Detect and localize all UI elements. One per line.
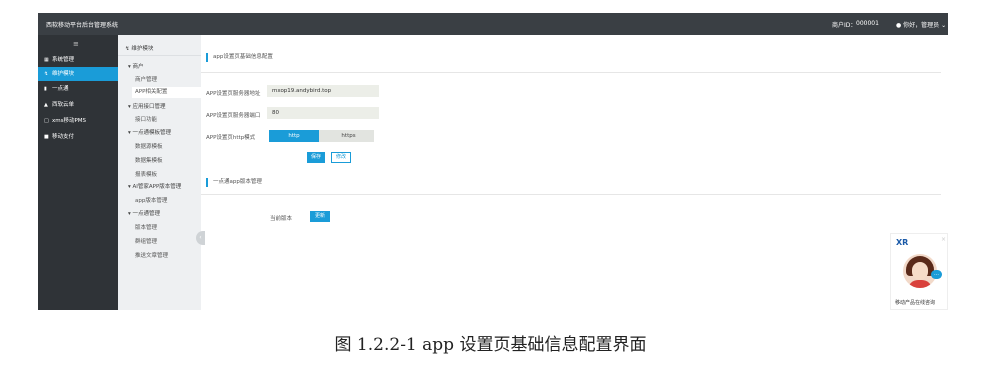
- subnav-group-yidiantong[interactable]: ▾ 一点通管理: [128, 209, 160, 217]
- edit-button[interactable]: 修改: [331, 152, 351, 163]
- sidebar-item-label: 移动支付: [52, 134, 75, 140]
- server-port-label: APP设置页服务器端口: [206, 113, 261, 119]
- caret-down-icon: ▾: [128, 184, 131, 190]
- update-button[interactable]: 更新: [310, 211, 330, 222]
- caret-down-icon: ▾: [128, 104, 131, 110]
- divider: [201, 72, 941, 73]
- greeting-text: 你好，管理员: [903, 22, 940, 29]
- chat-widget[interactable]: XR × … 移动产品在线咨询: [890, 233, 948, 310]
- caret-down-icon: ▾: [128, 130, 131, 136]
- sidebar-item-label: 系统管理: [52, 57, 75, 63]
- subnav-group-template[interactable]: ▾ 一点通模板管理: [128, 128, 171, 136]
- save-button[interactable]: 保存: [307, 152, 325, 163]
- merchant-id-value: 000001: [856, 20, 879, 27]
- app-screenshot: 西软移动平台后台管理系统 商户ID： 000001 ● 你好，管理员 ⌄ ≡ ▦…: [38, 13, 948, 310]
- subnav-item-report-template[interactable]: 报表模板: [135, 170, 157, 178]
- section-title: 一点通app版本管理: [206, 178, 262, 187]
- bar-chart-icon: ▮: [44, 86, 47, 92]
- brand-logo: XR: [896, 238, 909, 247]
- subnav-item-dataset-template[interactable]: 数据集模板: [135, 156, 163, 164]
- http-mode-toggle: http https: [269, 130, 374, 142]
- sidebar-item-system[interactable]: ▦ 系统管理: [38, 53, 118, 67]
- chevron-down-icon: ⌄: [941, 22, 947, 29]
- subnav-item-merchant-manage[interactable]: 商户管理: [135, 75, 157, 83]
- user-icon: ●: [896, 22, 902, 29]
- subnav-group-ai-version[interactable]: ▾ AI管家APP版本管理: [128, 182, 181, 190]
- sidebar-item-label: 一点通: [52, 86, 69, 92]
- figure-caption: 图 1.2.2-1 app 设置页基础信息配置界面: [334, 335, 647, 355]
- section-title: app设置页基础信息配置: [206, 53, 273, 62]
- server-port-input[interactable]: 80: [267, 107, 379, 119]
- subnav-item-datasource-template[interactable]: 数据源模板: [135, 142, 163, 150]
- cloud-icon: ▲: [44, 102, 48, 108]
- chat-widget-text: 移动产品在线咨询: [895, 300, 936, 306]
- sidebar-item-payment[interactable]: ■ 移动支付: [38, 130, 118, 144]
- subnav-item-article-manage[interactable]: 推送文章管理: [135, 251, 168, 259]
- divider: [118, 55, 201, 56]
- sidebar-item-pms[interactable]: □ xms移动PMS: [38, 114, 118, 128]
- subnav-header: ↯ 维护模块: [125, 46, 154, 52]
- subnav-item-app-config[interactable]: APP相关配置: [132, 87, 201, 98]
- menu-icon[interactable]: ≡: [73, 40, 79, 48]
- sidebar-item-yidiantong[interactable]: ▮ 一点通: [38, 82, 118, 96]
- wrench-icon: ↯: [125, 46, 130, 52]
- subnav-item-group-manage[interactable]: 群组管理: [135, 237, 157, 245]
- subnav-item-app-version[interactable]: app版本管理: [135, 196, 167, 204]
- current-version-label: 当前版本: [270, 216, 293, 222]
- divider: [201, 194, 941, 195]
- merchant-id-label: 商户ID：: [832, 22, 857, 29]
- http-option[interactable]: http: [269, 130, 319, 142]
- sidebar-item-label: 维护模块: [52, 71, 75, 77]
- main-content: app设置页基础信息配置 APP设置页服务器地址 mxop19.andybird…: [201, 35, 948, 310]
- sidebar-item-label: 西软云单: [52, 102, 75, 108]
- wrench-icon: ↯: [44, 71, 49, 77]
- subnav-item-api-function[interactable]: 接口功能: [135, 115, 157, 123]
- caret-down-icon: ▾: [128, 211, 131, 217]
- top-bar: 西软移动平台后台管理系统 商户ID： 000001 ● 你好，管理员 ⌄: [38, 13, 948, 35]
- chat-bubble-icon: …: [931, 270, 942, 279]
- subnav-group-api[interactable]: ▾ 应用接口管理: [128, 102, 166, 110]
- server-address-label: APP设置页服务器地址: [206, 91, 261, 97]
- caret-down-icon: ▾: [128, 64, 131, 70]
- wallet-icon: ■: [44, 134, 49, 140]
- sidebar-item-cloud[interactable]: ▲ 西软云单: [38, 98, 118, 112]
- monitor-icon: □: [44, 118, 49, 124]
- sidebar-item-label: xms移动PMS: [52, 118, 87, 124]
- sidebar-item-maintenance[interactable]: ↯ 维护模块: [38, 67, 118, 81]
- sub-navigation: ↯ 维护模块 ▾ 商户 商户管理 APP相关配置 ▾ 应用接口管理 接口功能 ▾…: [118, 35, 201, 310]
- server-address-input[interactable]: mxop19.andybird.top: [267, 85, 379, 97]
- subnav-group-merchant[interactable]: ▾ 商户: [128, 62, 144, 70]
- close-icon[interactable]: ×: [941, 236, 946, 243]
- sidebar: ≡ ▦ 系统管理 ↯ 维护模块 ▮ 一点通 ▲ 西软云单 □ xms移动PMS ■ 移动支付: [38, 35, 118, 310]
- user-menu[interactable]: ● 你好，管理员 ⌄: [896, 20, 946, 29]
- subnav-item-version-manage[interactable]: 版本管理: [135, 223, 157, 231]
- https-option[interactable]: https: [323, 130, 374, 142]
- http-mode-label: APP设置页http模式: [206, 135, 256, 141]
- app-title: 西软移动平台后台管理系统: [46, 22, 119, 29]
- grid-icon: ▦: [44, 57, 49, 63]
